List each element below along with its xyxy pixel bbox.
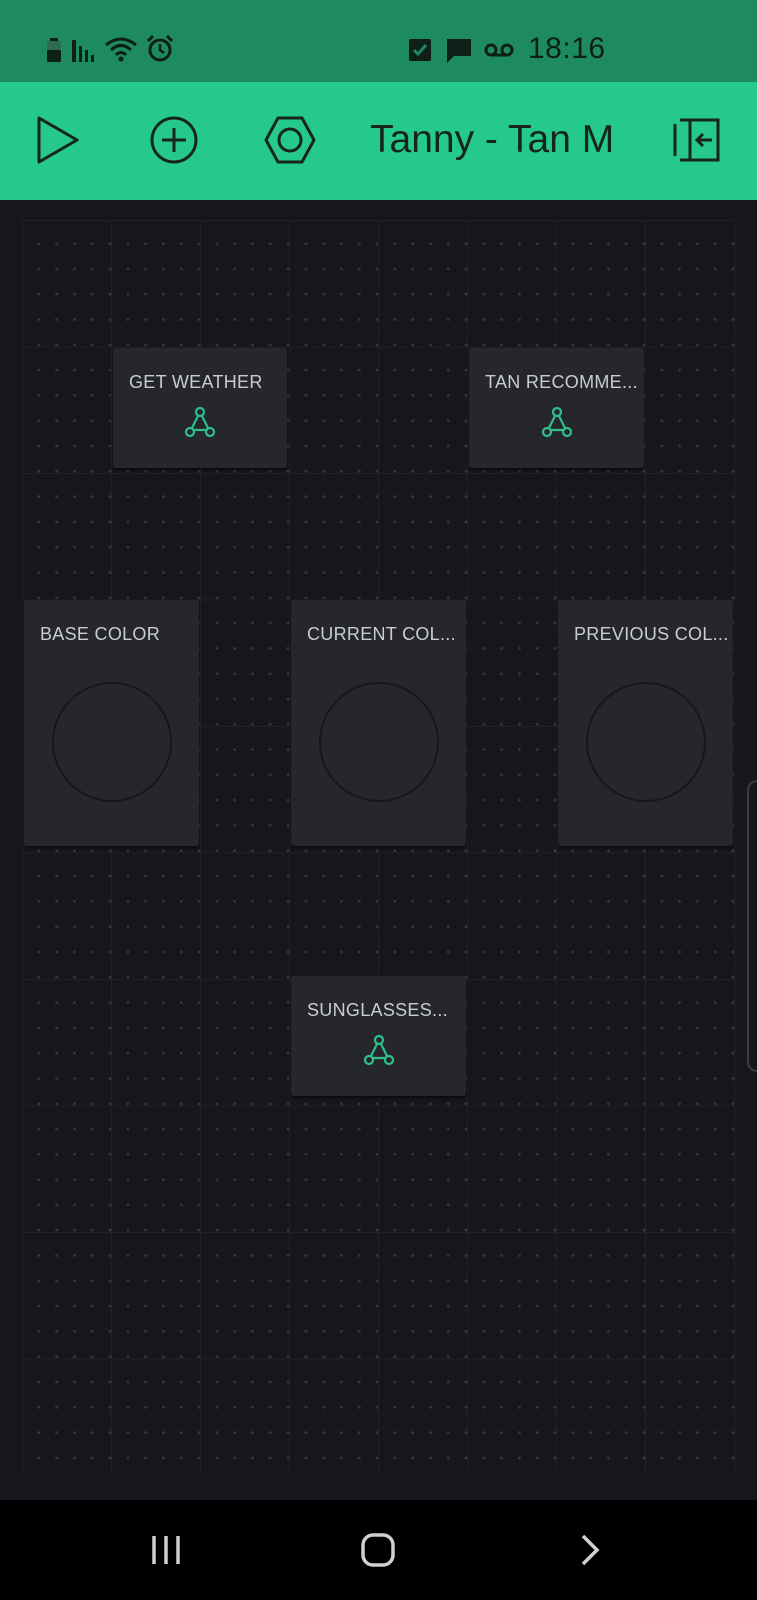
- widget-label: TAN RECOMME...: [485, 372, 638, 392]
- project-settings-button[interactable]: [262, 112, 318, 168]
- settings-icon: [264, 116, 316, 164]
- exit-icon: [673, 118, 720, 162]
- home-icon: [361, 1533, 395, 1567]
- widget-label: SUNGLASSES...: [307, 1000, 448, 1020]
- recent-apps-button[interactable]: [136, 1522, 196, 1578]
- voicemail-icon: [484, 43, 514, 57]
- signal-bars-icon: [72, 40, 94, 62]
- tan-recommend-webhook-widget[interactable]: TAN RECOMME...: [469, 348, 644, 468]
- webhook-icon: [541, 406, 572, 438]
- status-bar: 18:16: [0, 0, 757, 82]
- checkbox-notification-icon: [409, 39, 431, 61]
- app-toolbar: Tanny - Tan M: [0, 82, 757, 200]
- edge-panel-handle[interactable]: [747, 780, 757, 1072]
- add-icon: [150, 116, 198, 164]
- project-title: Tanny - Tan M: [370, 118, 615, 161]
- add-widget-button[interactable]: [146, 112, 202, 168]
- widget-label: PREVIOUS COL...: [574, 624, 729, 644]
- webhook-icon: [184, 406, 216, 438]
- recent-apps-icon: [152, 1536, 180, 1564]
- home-button[interactable]: [348, 1522, 408, 1578]
- led-indicator: [51, 682, 172, 802]
- widget-label: BASE COLOR: [40, 624, 161, 644]
- wifi-icon: [105, 37, 137, 62]
- status-time: 18:16: [528, 32, 606, 65]
- base-color-led-widget[interactable]: BASE COLOR: [24, 600, 199, 846]
- exit-button[interactable]: [670, 112, 726, 168]
- system-nav-bar: [0, 1500, 757, 1600]
- message-icon: [447, 39, 471, 63]
- led-indicator: [585, 682, 706, 802]
- play-icon: [37, 116, 79, 164]
- led-indicator: [318, 682, 439, 802]
- current-color-led-widget[interactable]: CURRENT COL...: [291, 600, 466, 846]
- previous-color-led-widget[interactable]: PREVIOUS COL...: [558, 600, 733, 846]
- widget-canvas[interactable]: GET WEATHER TAN RECOMME... BASE COLOR CU…: [0, 200, 757, 1500]
- widget-label: GET WEATHER: [129, 372, 263, 392]
- back-icon: [581, 1534, 600, 1566]
- battery-icon: [47, 38, 61, 62]
- sunglasses-webhook-widget[interactable]: SUNGLASSES...: [291, 976, 466, 1096]
- get-weather-webhook-widget[interactable]: GET WEATHER: [113, 348, 287, 468]
- webhook-icon: [363, 1034, 394, 1066]
- alarm-icon: [146, 35, 174, 62]
- back-button[interactable]: [560, 1522, 620, 1578]
- widget-label: CURRENT COL...: [307, 624, 456, 644]
- play-button[interactable]: [30, 112, 86, 168]
